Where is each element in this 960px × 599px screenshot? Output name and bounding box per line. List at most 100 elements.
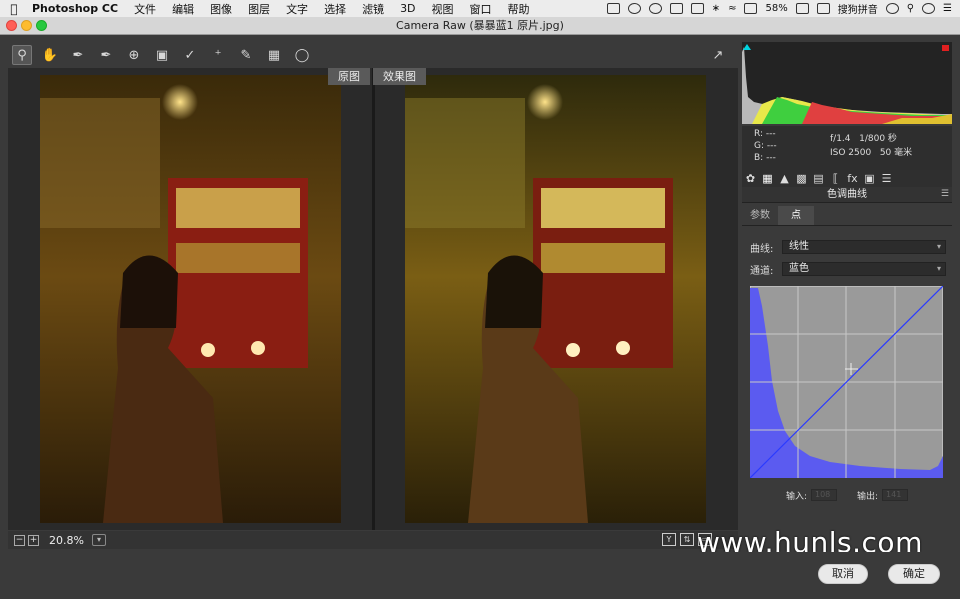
graduated-filter-icon[interactable]: ▦ [264, 45, 284, 65]
after-label: 效果图 [373, 68, 426, 85]
lens-corrections-panel-icon[interactable]: ⟦ [827, 172, 844, 185]
aperture: f/1.4 [830, 134, 851, 144]
after-photo [405, 75, 706, 523]
app-name[interactable]: Photoshop CC [28, 2, 126, 15]
menu-3d[interactable]: 3D [392, 2, 423, 15]
zoom-out-button[interactable]: − [14, 534, 25, 546]
menu-window[interactable]: 窗口 [462, 1, 500, 17]
tab-parametric[interactable]: 参数 [742, 206, 778, 225]
input-field[interactable]: 108 [811, 489, 837, 501]
shadow-clipping-icon [743, 44, 751, 50]
channel-row: 通道: 蓝色 ▾ [750, 262, 946, 277]
basic-panel-icon[interactable]: ✿ [742, 172, 759, 185]
zoom-window-button[interactable] [36, 20, 47, 31]
status-bar: − + 20.8% ▾ [8, 531, 738, 549]
output-field[interactable]: 141 [882, 489, 909, 501]
notification-center-icon[interactable]: ☰ [943, 3, 952, 14]
microphone-icon[interactable] [690, 3, 704, 14]
curve-select-value: 线性 [789, 241, 809, 252]
siri-icon[interactable] [922, 3, 936, 14]
menu-view[interactable]: 视图 [424, 1, 462, 17]
split-toning-panel-icon[interactable]: ▤ [810, 172, 827, 185]
g-value: --- [766, 141, 777, 151]
rgb-readout: R: --- G: --- B: --- f/1.4 1/800 秒 ISO 2… [742, 126, 952, 170]
preview-photos [40, 68, 706, 530]
curve-label: 曲线: [750, 243, 774, 255]
input-label: 输入: [785, 491, 807, 502]
ok-button[interactable]: 确定 [888, 564, 940, 584]
tone-curve-panel-icon[interactable]: ▦ [759, 172, 776, 185]
close-window-button[interactable] [6, 20, 17, 31]
zoom-dropdown[interactable]: ▾ [91, 534, 106, 546]
battery-percent[interactable]: 58% [765, 3, 787, 14]
effects-panel-icon[interactable]: fx [844, 172, 861, 185]
camera-calibration-panel-icon[interactable]: ▣ [861, 172, 878, 185]
apple-icon[interactable]:  [0, 2, 28, 16]
targeted-adjustment-tool-icon[interactable]: ⊕ [124, 45, 144, 65]
spotlight-icon[interactable]: ⚲ [907, 3, 914, 14]
presets-panel-icon[interactable]: ☰ [878, 172, 895, 185]
detail-panel-icon[interactable]: ▲ [776, 172, 793, 185]
export-icon[interactable]: ↗ [708, 45, 728, 65]
adjustment-brush-icon[interactable]: ✎ [236, 45, 256, 65]
window-titlebar: Camera Raw (暴暴蓝1 原片.jpg) [0, 17, 960, 35]
r-value: --- [765, 129, 776, 139]
zoom-tool-icon[interactable]: ⚲ [12, 45, 32, 65]
b-value: --- [766, 153, 776, 163]
dialog-footer: 取消 确定 [0, 552, 960, 599]
curve-select[interactable]: 线性 ▾ [782, 240, 946, 254]
swap-settings-button[interactable]: ⇅ [680, 533, 694, 546]
wifi-icon[interactable]: ≈ [728, 3, 736, 14]
chevron-down-icon: ▾ [936, 242, 941, 251]
highlight-clipping-icon [942, 45, 949, 51]
zoom-in-button[interactable]: + [28, 534, 39, 546]
wechat-icon[interactable] [627, 3, 641, 14]
menu-select[interactable]: 选择 [316, 1, 354, 17]
iso: ISO 2500 [830, 148, 872, 158]
menu-image[interactable]: 图像 [202, 1, 240, 17]
menu-type[interactable]: 文字 [278, 1, 316, 17]
airplay-icon[interactable] [744, 3, 758, 14]
bluetooth-icon[interactable]: ∗ [712, 3, 720, 14]
red-eye-tool-icon[interactable]: ⁺ [208, 45, 228, 65]
g-label: G: [754, 141, 765, 151]
color-sampler-tool-icon[interactable]: ✒ [96, 45, 116, 65]
channel-select-value: 蓝色 [789, 263, 809, 274]
b-label: B: [754, 153, 764, 163]
histogram [742, 42, 952, 124]
right-panel: R: --- G: --- B: --- f/1.4 1/800 秒 ISO 2… [742, 42, 952, 550]
panel-menu-icon[interactable]: ☰ [941, 189, 949, 199]
input-method-icon[interactable] [816, 3, 830, 14]
tone-curve-graph[interactable] [750, 286, 943, 478]
radial-filter-icon[interactable]: ◯ [292, 45, 312, 65]
menu-help[interactable]: 帮助 [500, 1, 538, 17]
hand-tool-icon[interactable]: ✋ [40, 45, 60, 65]
before-photo [40, 75, 341, 523]
minimize-window-button[interactable] [21, 20, 32, 31]
channel-select[interactable]: 蓝色 ▾ [782, 262, 946, 276]
menu-filter[interactable]: 滤镜 [354, 1, 392, 17]
menu-layer[interactable]: 图层 [240, 1, 278, 17]
cancel-button[interactable]: 取消 [818, 564, 868, 584]
menu-bar:  Photoshop CC 文件 编辑 图像 图层 文字 选择 滤镜 3D 视… [0, 0, 960, 17]
before-after-view-button[interactable]: Y [662, 533, 676, 546]
clock-icon[interactable] [885, 3, 899, 14]
battery-icon[interactable] [795, 3, 809, 14]
output-label: 输出: [857, 491, 879, 502]
menu-file[interactable]: 文件 [126, 1, 164, 17]
spot-removal-tool-icon[interactable]: ✓ [180, 45, 200, 65]
screen-record-icon[interactable] [606, 3, 620, 14]
tab-point[interactable]: 点 [778, 206, 814, 225]
qq-icon[interactable] [648, 3, 662, 14]
camera-raw-toolbar: ⚲ ✋ ✒ ✒ ⊕ ▣ ✓ ⁺ ✎ ▦ ◯ ↗ [8, 42, 738, 68]
menu-edit[interactable]: 编辑 [164, 1, 202, 17]
white-balance-tool-icon[interactable]: ✒ [68, 45, 88, 65]
crop-tool-icon[interactable]: ▣ [152, 45, 172, 65]
preview-area: 原图 效果图 [8, 68, 738, 530]
panel-title: 色调曲线 [742, 187, 952, 203]
app-tray-icon[interactable] [669, 3, 683, 14]
hsl-panel-icon[interactable]: ▩ [793, 172, 810, 185]
zoom-level: 20.8% [49, 533, 84, 547]
curve-row: 曲线: 线性 ▾ [750, 240, 946, 255]
input-method-label[interactable]: 搜狗拼音 [838, 1, 878, 16]
